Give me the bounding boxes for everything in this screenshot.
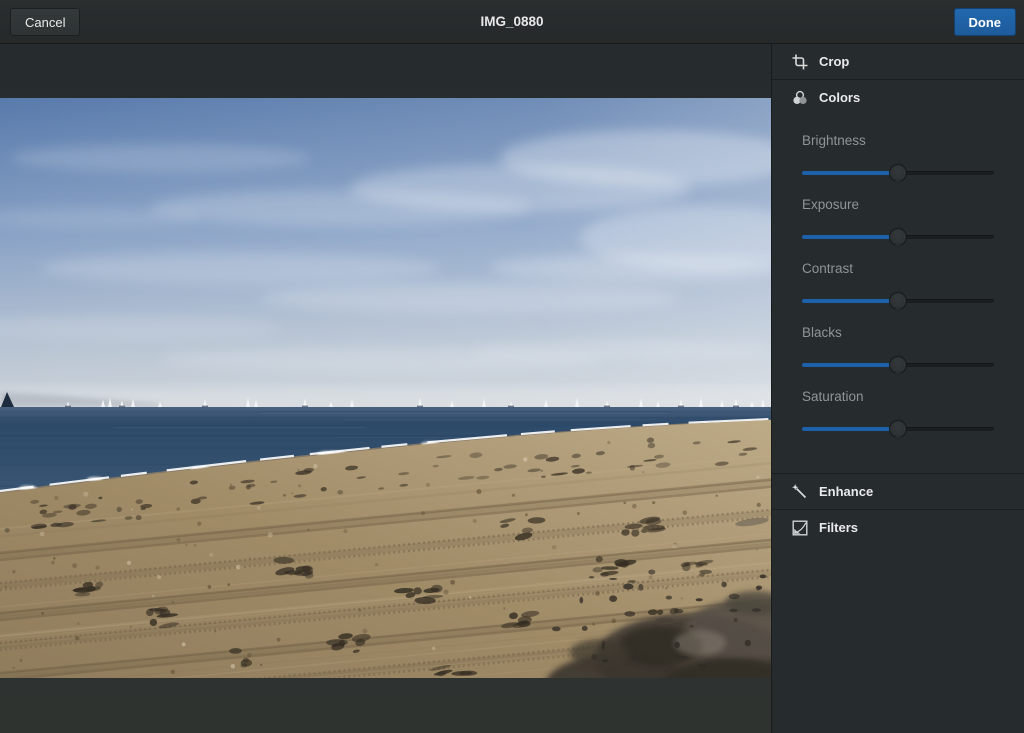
brightness-control: Brightness [802,133,994,185]
edit-tools-sidebar: Crop Colors Brightness Ex [771,44,1024,733]
page-title: IMG_0880 [0,14,1024,29]
colors-icon [792,90,808,106]
section-label: Enhance [819,484,873,499]
tool-section-enhance[interactable]: Enhance [772,474,1024,509]
tool-section-colors[interactable]: Colors [772,80,1024,115]
photo-preview [0,98,771,678]
blacks-slider[interactable] [802,353,994,377]
saturation-label: Saturation [802,389,994,404]
brightness-slider-handle[interactable] [889,164,907,182]
brightness-label: Brightness [802,133,994,148]
exposure-control: Exposure [802,197,994,249]
filters-icon [792,520,808,536]
exposure-label: Exposure [802,197,994,212]
brightness-slider[interactable] [802,161,994,185]
colors-panel: Brightness Exposure Contrast [772,115,1024,473]
section-label: Colors [819,90,860,105]
section-label: Filters [819,520,858,535]
saturation-slider[interactable] [802,417,994,441]
enhance-icon [792,484,808,500]
blacks-label: Blacks [802,325,994,340]
contrast-slider[interactable] [802,289,994,313]
saturation-control: Saturation [802,389,994,441]
saturation-slider-handle[interactable] [889,420,907,438]
exposure-slider[interactable] [802,225,994,249]
photos-edit-window: Cancel IMG_0880 Done Crop [0,0,1024,733]
contrast-control: Contrast [802,261,994,313]
section-label: Crop [819,54,849,69]
blacks-slider-handle[interactable] [889,356,907,374]
crop-icon [792,54,808,70]
contrast-label: Contrast [802,261,994,276]
done-button[interactable]: Done [954,8,1017,36]
tool-section-crop[interactable]: Crop [772,44,1024,79]
tool-section-filters[interactable]: Filters [772,510,1024,545]
exposure-slider-handle[interactable] [889,228,907,246]
edit-canvas [0,44,771,733]
blacks-control: Blacks [802,325,994,377]
header-bar: Cancel IMG_0880 Done [0,0,1024,44]
contrast-slider-handle[interactable] [889,292,907,310]
